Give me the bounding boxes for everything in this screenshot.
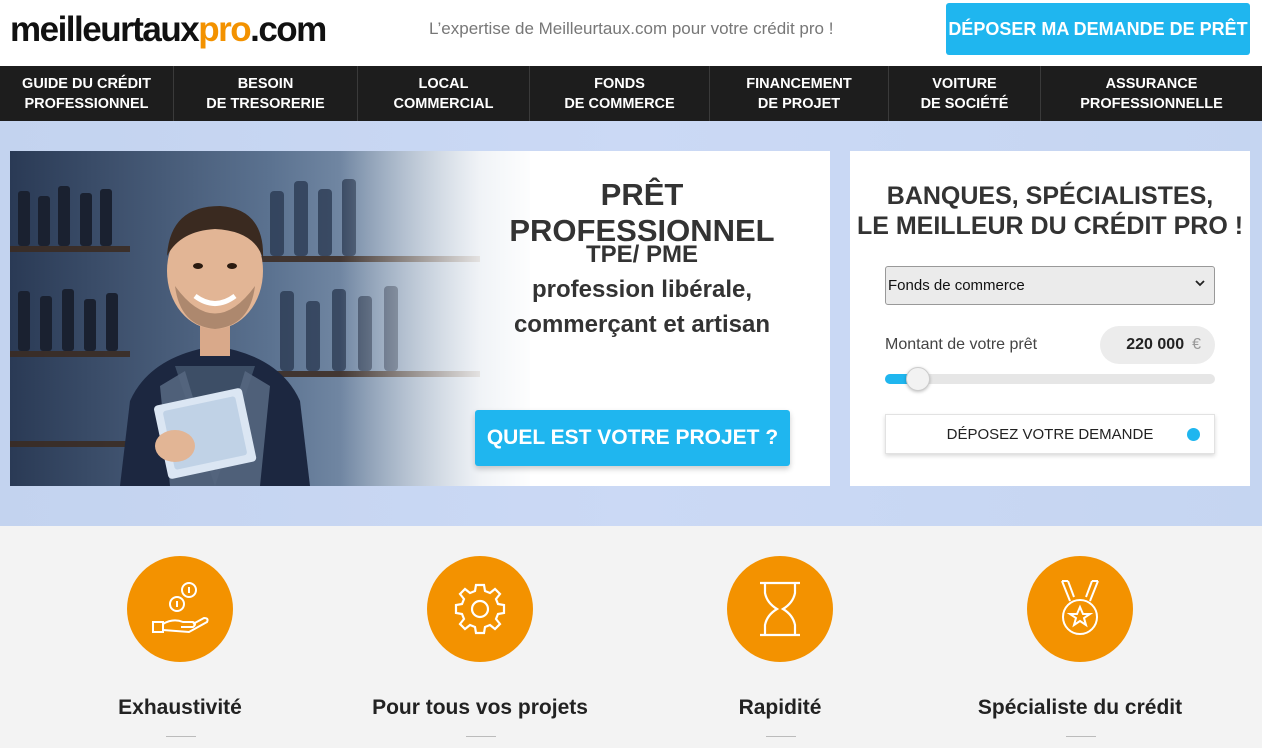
form-title-line: BANQUES, SPÉCIALISTES, (886, 182, 1214, 210)
header-tagline: L’expertise de Meilleurtaux.com pour vot… (429, 19, 834, 38)
project-button[interactable]: QUEL EST VOTRE PROJET ? (475, 410, 790, 466)
arrow-right-icon (1187, 428, 1200, 441)
logo-text-pro: pro (198, 10, 251, 49)
hero-section: PRÊT PROFESSIONNEL TPE/ PME profession l… (0, 121, 1262, 526)
amount-label: Montant de votre prêt (885, 336, 1038, 353)
divider (166, 736, 196, 737)
amount-slider-handle[interactable] (906, 367, 930, 391)
hero-subtitle: TPE/ PME profession libérale, commerçant… (480, 237, 804, 342)
project-type-value: Fonds de commerce (888, 277, 1025, 294)
form-title: BANQUES, SPÉCIALISTES, LE MEILLEUR DU CR… (850, 181, 1250, 241)
nav-item-financement[interactable]: FINANCEMENT DE PROJET (710, 66, 889, 121)
currency-symbol: € (1192, 336, 1201, 353)
divider (466, 736, 496, 737)
chevron-down-icon (1195, 280, 1205, 287)
hero-subtitle-line: TPE/ PME (585, 241, 699, 268)
hand-coins-icon (127, 556, 233, 662)
amount-value: 220 000 (1126, 336, 1185, 353)
submit-request-label: DÉPOSEZ VOTRE DEMANDE (946, 425, 1154, 443)
project-type-select[interactable]: Fonds de commerce (885, 266, 1215, 305)
submit-loan-request-button[interactable]: DÉPOSER MA DEMANDE DE PRÊT (946, 3, 1250, 55)
nav-item-fonds-de-commerce[interactable]: FONDS DE COMMERCE (530, 66, 710, 121)
nav-item-local-commercial[interactable]: LOCAL COMMERCIAL (358, 66, 530, 121)
feature-title: Rapidité (738, 696, 822, 719)
gear-icon (427, 556, 533, 662)
hourglass-icon (727, 556, 833, 662)
logo-text-main: meilleurtaux (10, 10, 200, 49)
nav-item-tresorerie[interactable]: BESOIN DE TRESORERIE (174, 66, 358, 121)
nav-item-guide[interactable]: GUIDE DU CRÉDIT PROFESSIONNEL (0, 66, 174, 121)
logo-text-domain: .com (250, 10, 327, 49)
amount-field[interactable]: 220 000 € (1100, 326, 1215, 364)
form-title-line: LE MEILLEUR DU CRÉDIT PRO ! (856, 212, 1244, 240)
medal-icon (1027, 556, 1133, 662)
hero-subtitle-line: profession libérale, (531, 276, 753, 303)
nav-item-voiture[interactable]: VOITURE DE SOCIÉTÉ (889, 66, 1041, 121)
feature-title: Spécialiste du crédit (977, 696, 1183, 719)
loan-form-card: BANQUES, SPÉCIALISTES, LE MEILLEUR DU CR… (850, 151, 1250, 486)
feature-title: Pour tous vos projets (372, 696, 588, 719)
main-nav: GUIDE DU CRÉDIT PROFESSIONNEL BESOIN DE … (0, 66, 1262, 121)
submit-request-button[interactable]: DÉPOSEZ VOTRE DEMANDE (885, 414, 1215, 454)
site-header: meilleurtauxpro.com L’expertise de Meill… (0, 0, 1262, 66)
feature-title: Exhaustivité (118, 696, 242, 719)
features-section: Exhaustivité Pour tous vos projets Rapid… (0, 526, 1262, 748)
amount-slider[interactable] (885, 367, 1215, 391)
divider (1066, 736, 1096, 737)
nav-item-assurance[interactable]: ASSURANCE PROFESSIONNELLE (1041, 66, 1262, 121)
hero-card: PRÊT PROFESSIONNEL TPE/ PME profession l… (10, 151, 830, 486)
divider (766, 736, 796, 737)
hero-subtitle-line: commerçant et artisan (513, 311, 771, 338)
site-logo[interactable]: meilleurtauxpro.com (10, 10, 327, 50)
